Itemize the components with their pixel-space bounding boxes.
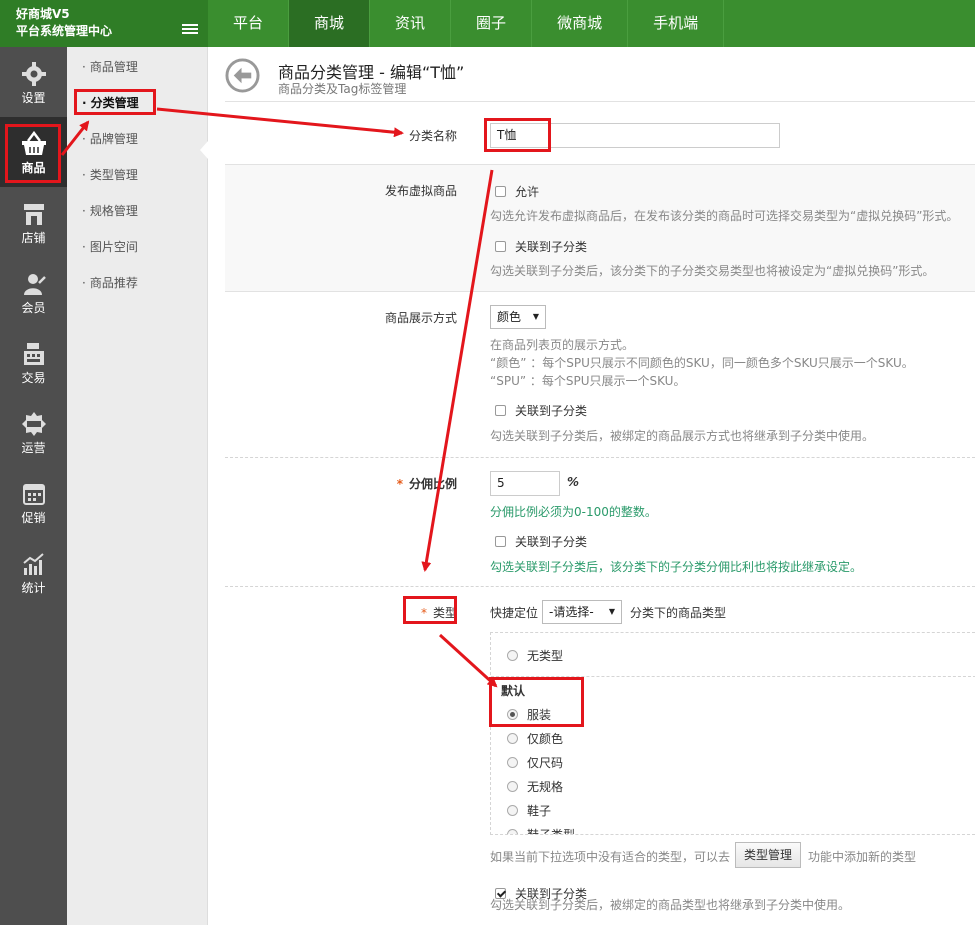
type-option-no-spec[interactable]: 无规格 <box>507 778 563 795</box>
display-mode-label: 商品展示方式 <box>384 311 457 325</box>
chart-icon <box>22 553 44 575</box>
submenu-active-pointer <box>200 141 208 159</box>
tab-platform[interactable]: 平台 <box>208 0 290 47</box>
row-commission: * 分佣比例 5 % 分佣比例必须为0-100的整数。 关联到子分类 勾选关联到子… <box>225 457 975 586</box>
commission-input[interactable]: 5 <box>490 471 560 496</box>
type-option-shoe-type[interactable]: 鞋子类型 <box>507 826 575 834</box>
tab-micro-mall[interactable]: 微商城 <box>532 0 629 47</box>
submenu-item-spec-manage[interactable]: 规格管理 <box>82 201 138 221</box>
sidebar-item-promotion[interactable]: 促销 <box>0 467 67 537</box>
type-manage-hint-after: 功能中添加新的类型 <box>808 850 917 864</box>
top-bar: 好商城V5 平台系统管理中心 平台 商城 资讯 圈子 微商城 手机端 <box>0 0 975 47</box>
allow-virtual-hint: 勾选允许发布虚拟商品后，在发布该分类的商品时可选择交易类型为“虚拟兑换码”形式。 <box>490 209 959 223</box>
display-link-sub-checkbox[interactable]: 关联到子分类 <box>495 402 587 419</box>
sidebar-item-member[interactable]: 会员 <box>0 257 67 327</box>
commission-unit: % <box>567 475 580 489</box>
member-icon <box>23 274 46 295</box>
tab-news[interactable]: 资讯 <box>370 0 452 47</box>
cash-register-icon <box>23 343 44 365</box>
tab-circle[interactable]: 圈子 <box>451 0 533 47</box>
allow-virtual-checkbox[interactable]: 允许 <box>495 183 539 200</box>
chevron-down-icon: ▼ <box>532 312 539 321</box>
commission-hint: 分佣比例必须为0-100的整数。 <box>490 505 657 519</box>
top-nav: 平台 商城 资讯 圈子 微商城 手机端 <box>208 0 725 47</box>
main-content: 商品分类管理 - 编辑“T恤” 商品分类及Tag标签管理 分类名称 T恤 发布虚… <box>208 47 975 925</box>
virtual-link-sub-checkbox[interactable]: 关联到子分类 <box>495 238 587 255</box>
tab-mobile[interactable]: 手机端 <box>628 0 725 47</box>
annotation-box-clothing <box>489 677 584 727</box>
quick-locate-select[interactable]: -请选择- ▼ <box>542 600 622 624</box>
annotation-box-type <box>403 596 457 624</box>
submenu-item-image-space[interactable]: 图片空间 <box>82 237 138 257</box>
type-manage-hint-before: 如果当前下拉选项中没有适合的类型，可以去 <box>490 850 731 864</box>
sidebar-item-label: 设置 <box>21 91 46 105</box>
tab-mall[interactable]: 商城 <box>289 0 371 47</box>
sidebar-item-label: 会员 <box>21 301 46 315</box>
virtual-goods-label: 发布虚拟商品 <box>384 184 457 198</box>
category-name-label: 分类名称 <box>408 129 457 143</box>
brand-name: 好商城V5 <box>16 7 70 21</box>
commission-label: * 分佣比例 <box>396 477 457 491</box>
submenu: 商品管理 分类管理 品牌管理 类型管理 规格管理 图片空间 商品推荐 <box>67 47 208 925</box>
submenu-item-goods-manage[interactable]: 商品管理 <box>82 57 138 77</box>
annotation-box-goods <box>5 124 61 183</box>
submenu-item-goods-recommend[interactable]: 商品推荐 <box>82 273 138 293</box>
sale-tag-icon <box>21 412 46 436</box>
type-option-color-only[interactable]: 仅颜色 <box>507 730 563 747</box>
row-category-name: 分类名称 T恤 <box>225 102 975 164</box>
annotation-box-name <box>484 118 551 152</box>
sidebar-item-operation[interactable]: 运营 <box>0 397 67 467</box>
gear-icon <box>21 62 46 86</box>
row-virtual-goods: 发布虚拟商品 允许 勾选允许发布虚拟商品后，在发布该分类的商品时可选择交易类型为… <box>225 164 975 292</box>
display-link-sub-hint: 勾选关联到子分类后，被绑定的商品展示方式也将继承到子分类中使用。 <box>490 429 875 443</box>
type-list: 无类型 默认 服装 仅颜色 仅尺码 无规格 鞋子 鞋子类型 <box>490 632 975 835</box>
chevron-down-icon: ▼ <box>608 607 615 616</box>
submenu-item-type-manage[interactable]: 类型管理 <box>82 165 138 185</box>
sidebar-item-trade[interactable]: 交易 <box>0 327 67 397</box>
back-arrow-icon[interactable] <box>225 58 260 93</box>
row-display-mode: 商品展示方式 颜色 ▼ 在商品列表页的展示方式。 “颜色” ：每个SPU只展示不同… <box>225 292 975 457</box>
sidebar-item-label: 交易 <box>21 371 46 385</box>
display-mode-hint-2: “颜色” ：每个SPU只展示不同颜色的SKU，同一颜色多个SKU只展示一个SKU… <box>490 356 914 370</box>
sidebar-item-store[interactable]: 店铺 <box>0 187 67 257</box>
sidebar-item-label: 统计 <box>21 581 46 595</box>
virtual-link-sub-hint: 勾选关联到子分类后，该分类下的子分类交易类型也将被设定为“虚拟兑换码”形式。 <box>490 264 935 278</box>
type-after-label: 分类下的商品类型 <box>630 606 727 620</box>
sidebar-item-statistics[interactable]: 统计 <box>0 537 67 607</box>
submenu-item-brand-manage[interactable]: 品牌管理 <box>82 129 138 149</box>
commission-link-sub-hint: 勾选关联到子分类后，该分类下的子分类分佣比利也将按此继承设定。 <box>490 560 863 574</box>
type-option-none[interactable]: 无类型 <box>507 647 563 664</box>
brand-subtitle: 平台系统管理中心 <box>16 24 113 38</box>
type-link-sub-checkbox[interactable]: 关联到子分类 <box>495 885 587 902</box>
commission-link-sub-checkbox[interactable]: 关联到子分类 <box>495 533 587 550</box>
sidebar-item-label: 运营 <box>21 441 46 455</box>
sidebar-item-label: 店铺 <box>21 231 46 245</box>
brand: 好商城V5 平台系统管理中心 <box>0 0 208 47</box>
quick-locate-label: 快捷定位 <box>490 606 539 620</box>
store-icon <box>23 204 44 225</box>
annotation-box-category <box>74 89 156 115</box>
page-subtitle: 商品分类及Tag标签管理 <box>278 82 407 96</box>
calendar-icon <box>22 484 45 505</box>
sidebar-item-label: 促销 <box>21 511 46 525</box>
menu-toggle-icon[interactable] <box>182 24 198 36</box>
sidebar-item-settings[interactable]: 设置 <box>0 47 67 117</box>
type-manage-button[interactable]: 类型管理 <box>735 842 802 868</box>
type-option-shoes[interactable]: 鞋子 <box>507 802 551 819</box>
display-mode-hint-3: “SPU” ：每个SPU只展示一个SKU。 <box>490 374 686 388</box>
type-option-size-only[interactable]: 仅尺码 <box>507 754 563 771</box>
display-mode-hint-1: 在商品列表页的展示方式。 <box>490 338 635 352</box>
display-mode-select[interactable]: 颜色 ▼ <box>490 305 546 329</box>
